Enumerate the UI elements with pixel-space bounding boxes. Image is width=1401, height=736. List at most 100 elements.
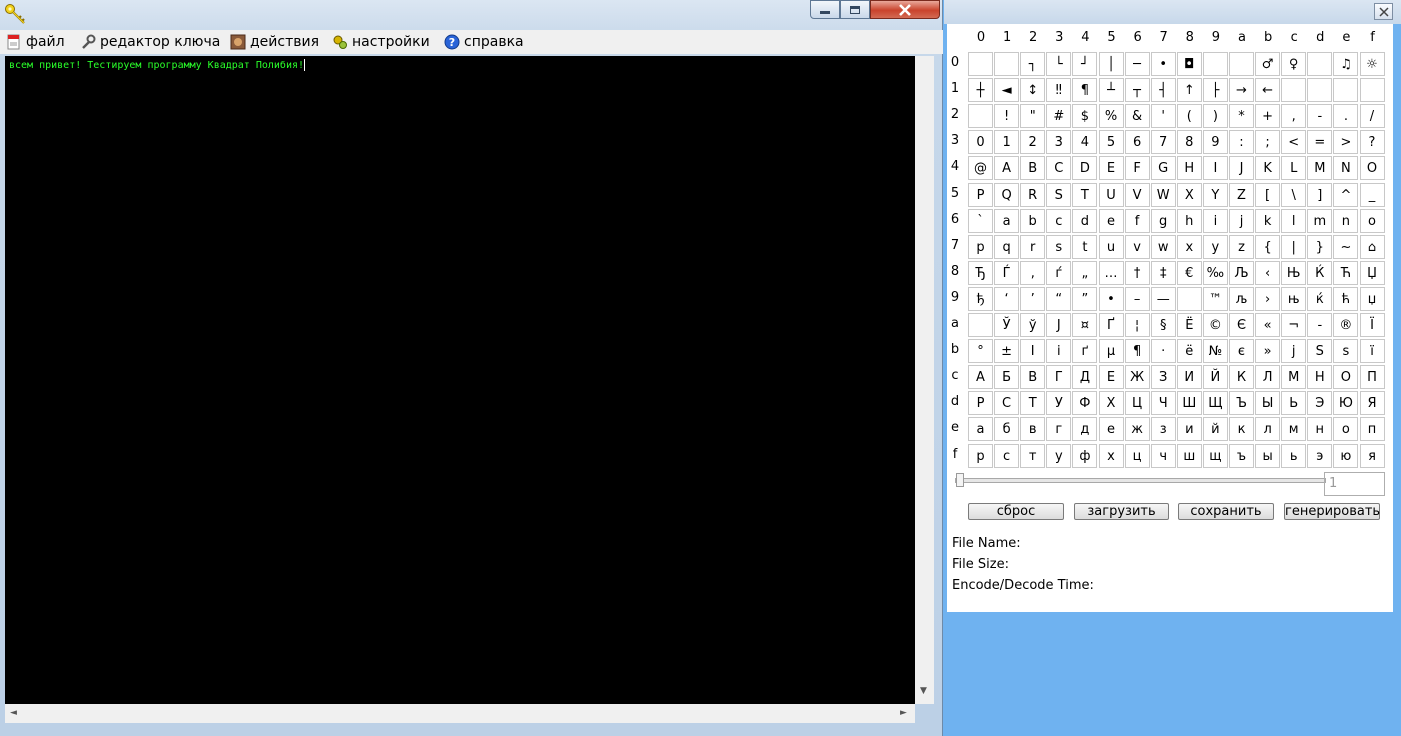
maximize-button[interactable] — [840, 0, 870, 19]
grid-cell[interactable]: Ћ — [1333, 260, 1359, 285]
grid-cell[interactable]: Ы — [1255, 391, 1281, 416]
grid-cell[interactable]: м — [1281, 417, 1307, 442]
grid-cell[interactable] — [1333, 78, 1359, 103]
grid-cell[interactable]: O — [1359, 156, 1385, 181]
grid-cell[interactable]: › — [1255, 286, 1281, 311]
grid-cell[interactable]: В — [1020, 365, 1046, 390]
grid-cell[interactable]: f — [1124, 208, 1150, 233]
grid-cell[interactable]: q — [994, 234, 1020, 259]
grid-cell[interactable]: Ю — [1333, 391, 1359, 416]
grid-cell[interactable]: > — [1333, 130, 1359, 155]
grid-cell[interactable]: І — [1020, 339, 1046, 364]
grid-cell[interactable]: } — [1307, 234, 1333, 259]
grid-cell[interactable]: | — [1281, 234, 1307, 259]
grid-cell[interactable]: † — [1124, 260, 1150, 285]
grid-cell[interactable]: Ќ — [1307, 260, 1333, 285]
grid-cell[interactable]: c — [1046, 208, 1072, 233]
grid-cell[interactable]: Ђ — [968, 260, 993, 285]
save-button[interactable]: сохранить — [1178, 503, 1274, 520]
menu-item-actions[interactable]: действия — [230, 30, 319, 54]
grid-cell[interactable]: 2 — [1020, 130, 1046, 155]
main-title-bar[interactable] — [0, 0, 943, 28]
grid-cell[interactable]: ’ — [1020, 286, 1046, 311]
grid-cell[interactable] — [1307, 78, 1333, 103]
grid-cell[interactable]: К — [1229, 365, 1254, 390]
grid-cell[interactable]: ј — [1281, 339, 1307, 364]
grid-cell[interactable]: I — [1202, 156, 1228, 181]
grid-cell[interactable]: g — [1150, 208, 1176, 233]
grid-cell[interactable]: Э — [1307, 391, 1333, 416]
grid-cell[interactable]: l — [1281, 208, 1307, 233]
grid-cell[interactable]: р — [968, 443, 993, 468]
grid-cell[interactable]: Ґ — [1098, 313, 1124, 337]
grid-cell[interactable]: / — [1359, 104, 1385, 129]
grid-cell[interactable]: ~ — [1333, 234, 1359, 259]
grid-cell[interactable]: • — [1150, 52, 1176, 76]
grid-cell[interactable] — [1307, 52, 1333, 76]
grid-cell[interactable]: { — [1255, 234, 1281, 259]
grid-cell[interactable]: ┤ — [1150, 78, 1176, 103]
grid-cell[interactable]: a — [994, 208, 1020, 233]
grid-cell[interactable]: . — [1333, 104, 1359, 129]
grid-cell[interactable]: ” — [1072, 286, 1098, 311]
grid-cell[interactable]: Й — [1202, 365, 1228, 390]
grid-cell[interactable]: 8 — [1176, 130, 1202, 155]
grid-cell[interactable]: ↕ — [1020, 78, 1046, 103]
grid-cell[interactable] — [1202, 52, 1228, 76]
grid-cell[interactable]: B — [1020, 156, 1046, 181]
grid-cell[interactable]: ¶ — [1072, 78, 1098, 103]
reset-button[interactable]: сброс — [968, 503, 1064, 520]
generate-button[interactable]: генерировать — [1284, 503, 1380, 520]
grid-cell[interactable]: ¦ — [1124, 313, 1150, 337]
grid-cell[interactable]: 9 — [1202, 130, 1228, 155]
grid-cell[interactable]: & — [1124, 104, 1150, 129]
grid-cell[interactable]: – — [1124, 286, 1150, 311]
grid-cell[interactable]: й — [1202, 417, 1228, 442]
grid-cell[interactable] — [968, 52, 993, 76]
grid-cell[interactable]: i — [1202, 208, 1228, 233]
grid-cell[interactable]: y — [1202, 234, 1228, 259]
grid-cell[interactable]: h — [1176, 208, 1202, 233]
grid-cell[interactable] — [1281, 78, 1307, 103]
scroll-down-icon[interactable]: ▼ — [920, 686, 927, 696]
grid-cell[interactable]: ; — [1255, 130, 1281, 155]
grid-cell[interactable]: С — [994, 391, 1020, 416]
grid-cell[interactable]: о — [1333, 417, 1359, 442]
horizontal-scrollbar[interactable]: ◄ ► — [5, 704, 915, 723]
grid-cell[interactable]: U — [1098, 182, 1124, 207]
grid-cell[interactable]: М — [1281, 365, 1307, 390]
grid-cell[interactable]: А — [968, 365, 993, 390]
grid-cell[interactable]: P — [968, 182, 993, 207]
grid-cell[interactable]: w — [1150, 234, 1176, 259]
grid-cell[interactable]: S — [1046, 182, 1072, 207]
grid-cell[interactable]: " — [1020, 104, 1046, 129]
grid-cell[interactable]: ┴ — [1098, 78, 1124, 103]
grid-cell[interactable]: E — [1098, 156, 1124, 181]
grid-cell[interactable]: ♫ — [1333, 52, 1359, 76]
grid-cell[interactable]: ? — [1359, 130, 1385, 155]
grid-cell[interactable]: Г — [1046, 365, 1072, 390]
grid-cell[interactable]: Ј — [1046, 313, 1072, 337]
grid-cell[interactable]: s — [1046, 234, 1072, 259]
grid-cell[interactable]: § — [1150, 313, 1176, 337]
grid-cell[interactable]: ш — [1176, 443, 1202, 468]
grid-cell[interactable]: З — [1150, 365, 1176, 390]
grid-cell[interactable]: A — [994, 156, 1020, 181]
grid-cell[interactable]: ° — [968, 339, 993, 364]
grid-cell[interactable]: d — [1072, 208, 1098, 233]
grid-cell[interactable]: J — [1229, 156, 1254, 181]
grid-cell[interactable]: • — [1098, 286, 1124, 311]
grid-cell[interactable]: љ — [1229, 286, 1254, 311]
grid-cell[interactable]: ^ — [1333, 182, 1359, 207]
grid-cell[interactable]: - — [1307, 313, 1333, 337]
grid-cell[interactable]: : — [1229, 130, 1254, 155]
close-button[interactable] — [870, 0, 940, 19]
grid-cell[interactable]: ] — [1307, 182, 1333, 207]
grid-cell[interactable]: … — [1098, 260, 1124, 285]
grid-cell[interactable]: ц — [1124, 443, 1150, 468]
grid-cell[interactable]: „ — [1072, 260, 1098, 285]
grid-cell[interactable]: б — [994, 417, 1020, 442]
grid-cell[interactable]: Љ — [1229, 260, 1254, 285]
grid-cell[interactable]: Њ — [1281, 260, 1307, 285]
grid-cell[interactable]: + — [1255, 104, 1281, 129]
